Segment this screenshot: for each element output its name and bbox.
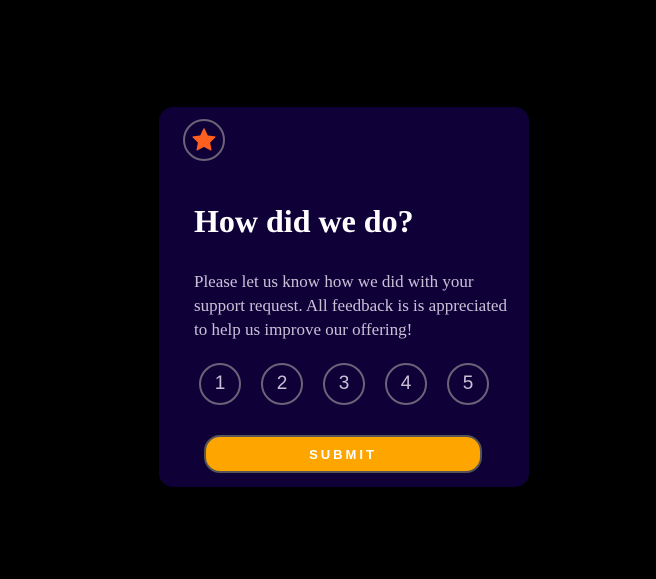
rating-options: 1 2 3 4 5 (199, 363, 489, 405)
card-description: Please let us know how we did with your … (194, 272, 507, 339)
rating-card: How did we do? Please let us know how we… (159, 107, 529, 487)
rating-option-1[interactable]: 1 (199, 363, 241, 405)
star-badge (183, 119, 225, 161)
card-title: How did we do? (194, 203, 414, 239)
rating-option-5[interactable]: 5 (447, 363, 489, 405)
rating-option-3[interactable]: 3 (323, 363, 365, 405)
submit-button[interactable]: SUBMIT (204, 435, 482, 473)
star-icon (192, 128, 216, 151)
rating-option-2[interactable]: 2 (261, 363, 303, 405)
rating-option-4[interactable]: 4 (385, 363, 427, 405)
